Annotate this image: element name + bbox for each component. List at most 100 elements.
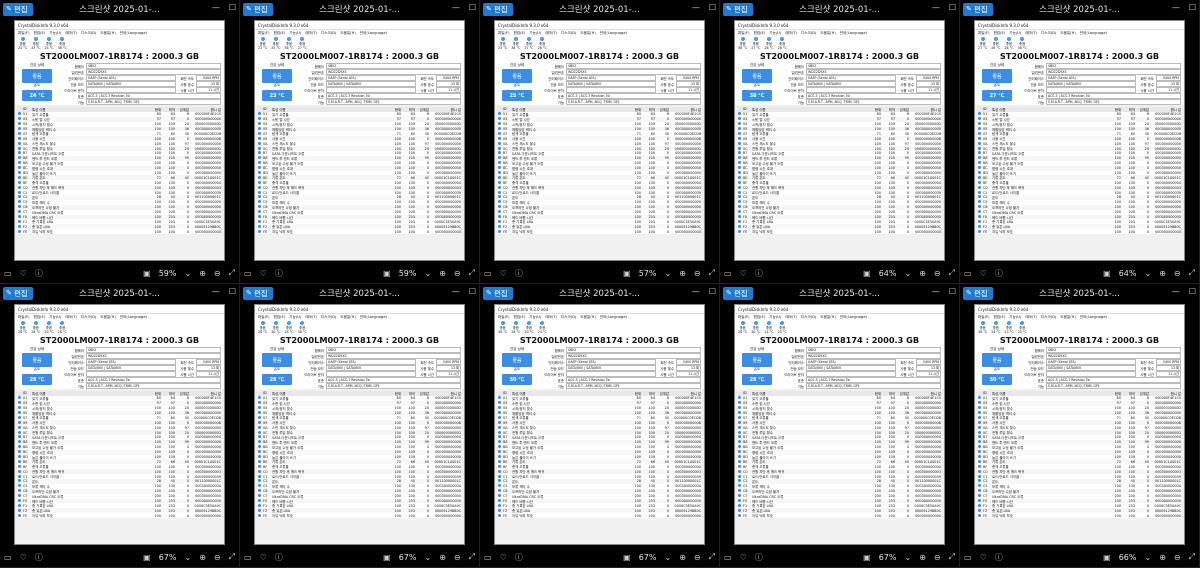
fullscreen-icon[interactable]: ⤢ — [709, 552, 715, 562]
drive-tab[interactable]: 좋음 30 °C — [751, 321, 760, 334]
maximize-icon[interactable]: ☐ — [1189, 3, 1196, 12]
favorite-icon[interactable]: ♡ — [260, 269, 267, 278]
zoom-out-icon[interactable]: ⊖ — [1174, 553, 1181, 562]
menu-item[interactable]: 파일(F) — [258, 31, 269, 36]
menu-item[interactable]: 테마(T) — [65, 31, 77, 36]
menu-item[interactable]: 편집(E) — [753, 31, 765, 36]
drive-tab[interactable]: 좋음 38 °C — [511, 37, 520, 50]
menu-item[interactable]: 편집(E) — [273, 315, 285, 320]
minimize-icon[interactable]: — — [212, 3, 220, 12]
menu-item[interactable]: 디스크(D) — [561, 31, 577, 36]
menu-item[interactable]: 테마(T) — [545, 31, 557, 36]
edit-button[interactable]: ✎ 편집 — [3, 2, 33, 16]
zoom-in-icon[interactable]: ⊕ — [1159, 269, 1166, 278]
menu-item[interactable]: 편집(E) — [273, 31, 285, 36]
drive-tab[interactable]: 좋음 24 °C — [538, 321, 547, 334]
drive-tab[interactable]: 좋음 28 °C — [764, 37, 774, 50]
favorite-icon[interactable]: ♡ — [500, 553, 507, 562]
zoom-dropdown-icon[interactable]: ⌄ — [1144, 553, 1151, 562]
menu-item[interactable]: 테마(T) — [545, 315, 557, 320]
menu-item[interactable]: 언어(Language) — [120, 315, 147, 320]
edit-button[interactable]: ✎ 편집 — [483, 2, 513, 16]
drive-tab[interactable]: 좋음 38 °C — [738, 37, 747, 50]
minimize-icon[interactable]: — — [212, 287, 220, 296]
filmstrip-icon[interactable]: ▭ — [964, 553, 972, 562]
maximize-icon[interactable]: ☐ — [949, 287, 956, 296]
info-icon[interactable]: ⓘ — [995, 552, 1003, 563]
maximize-icon[interactable]: ☐ — [1189, 287, 1196, 296]
zoom-in-icon[interactable]: ⊕ — [679, 269, 686, 278]
menu-item[interactable]: 언어(Language) — [600, 315, 627, 320]
drive-tab[interactable]: 좋음 23 °C — [258, 37, 267, 50]
filmstrip-icon[interactable]: ▭ — [484, 553, 492, 562]
fullscreen-icon[interactable]: ⤢ — [469, 552, 475, 562]
drive-tab[interactable]: 좋음 28 °C — [738, 321, 747, 334]
filmstrip-icon[interactable]: ▭ — [244, 553, 252, 562]
menu-item[interactable]: 파일(F) — [978, 315, 989, 320]
menu-item[interactable]: 디스크(D) — [1041, 31, 1057, 36]
maximize-icon[interactable]: ☐ — [469, 3, 476, 12]
fullscreen-icon[interactable]: ⤢ — [229, 268, 235, 278]
zoom-dropdown-icon[interactable]: ⌄ — [904, 553, 911, 562]
menu-item[interactable]: 파일(F) — [18, 315, 29, 320]
zoom-dropdown-icon[interactable]: ⌄ — [424, 553, 431, 562]
zoom-out-icon[interactable]: ⊖ — [214, 269, 221, 278]
menu-item[interactable]: 언어(Language) — [1080, 31, 1107, 36]
fullscreen-icon[interactable]: ⤢ — [469, 268, 475, 278]
menu-item[interactable]: 도움말(H) — [340, 31, 355, 36]
zoom-dropdown-icon[interactable]: ⌄ — [904, 269, 911, 278]
drive-tab[interactable]: 좋음 30 °C — [524, 321, 534, 334]
maximize-icon[interactable]: ☐ — [469, 287, 476, 296]
drive-tab[interactable]: 좋음 23 °C — [1004, 321, 1014, 334]
menu-item[interactable]: 파일(F) — [978, 31, 989, 36]
info-icon[interactable]: ⓘ — [35, 268, 43, 279]
menu-item[interactable]: 테마(T) — [785, 31, 797, 36]
info-icon[interactable]: ⓘ — [275, 268, 283, 279]
menu-item[interactable]: 테마(T) — [65, 315, 77, 320]
menu-item[interactable]: 기능(U) — [529, 31, 541, 36]
zoom-dropdown-icon[interactable]: ⌄ — [664, 269, 671, 278]
filmstrip-icon[interactable]: ▭ — [4, 269, 12, 278]
favorite-icon[interactable]: ♡ — [980, 553, 987, 562]
fullscreen-icon[interactable]: ⤢ — [949, 552, 955, 562]
favorite-icon[interactable]: ♡ — [20, 269, 27, 278]
menu-item[interactable]: 도움말(H) — [580, 315, 595, 320]
menu-item[interactable]: 도움말(H) — [340, 315, 355, 320]
menu-item[interactable]: 기능(U) — [1009, 315, 1021, 320]
drive-tab[interactable]: 좋음 24 °C — [18, 37, 27, 50]
minimize-icon[interactable]: — — [452, 3, 460, 12]
fullscreen-icon[interactable]: ⤢ — [949, 268, 955, 278]
menu-item[interactable]: 언어(Language) — [840, 315, 867, 320]
drive-tab[interactable]: 좋음 28 °C — [991, 37, 1000, 50]
menu-item[interactable]: 언어(Language) — [360, 315, 387, 320]
menu-item[interactable]: 편집(E) — [993, 31, 1005, 36]
minimize-icon[interactable]: — — [692, 3, 700, 12]
menu-item[interactable]: 디스크(D) — [801, 31, 817, 36]
drive-tab[interactable]: 좋음 28 °C — [18, 321, 27, 334]
minimize-icon[interactable]: — — [932, 3, 940, 12]
zoom-dropdown-icon[interactable]: ⌄ — [184, 269, 191, 278]
fullscreen-icon[interactable]: ⤢ — [1189, 552, 1195, 562]
favorite-icon[interactable]: ♡ — [980, 269, 987, 278]
fit-icon[interactable]: ▣ — [143, 553, 151, 562]
drive-tab[interactable]: 좋음 27 °C — [751, 37, 760, 50]
zoom-in-icon[interactable]: ⊕ — [919, 553, 926, 562]
minimize-icon[interactable]: — — [692, 287, 700, 296]
filmstrip-icon[interactable]: ▭ — [724, 269, 732, 278]
filmstrip-icon[interactable]: ▭ — [4, 553, 12, 562]
menu-item[interactable]: 언어(Language) — [600, 31, 627, 36]
edit-button[interactable]: ✎ 편집 — [723, 2, 753, 16]
zoom-out-icon[interactable]: ⊖ — [934, 553, 941, 562]
edit-button[interactable]: ✎ 편집 — [243, 286, 273, 300]
zoom-in-icon[interactable]: ⊕ — [679, 553, 686, 562]
edit-button[interactable]: ✎ 편집 — [963, 2, 993, 16]
filmstrip-icon[interactable]: ▭ — [484, 269, 492, 278]
menu-item[interactable]: 파일(F) — [498, 31, 509, 36]
favorite-icon[interactable]: ♡ — [260, 553, 267, 562]
zoom-out-icon[interactable]: ⊖ — [454, 553, 461, 562]
edit-button[interactable]: ✎ 편집 — [243, 2, 273, 16]
zoom-out-icon[interactable]: ⊖ — [214, 553, 221, 562]
menu-item[interactable]: 언어(Language) — [360, 31, 387, 36]
minimize-icon[interactable]: — — [1172, 287, 1180, 296]
filmstrip-icon[interactable]: ▭ — [724, 553, 732, 562]
